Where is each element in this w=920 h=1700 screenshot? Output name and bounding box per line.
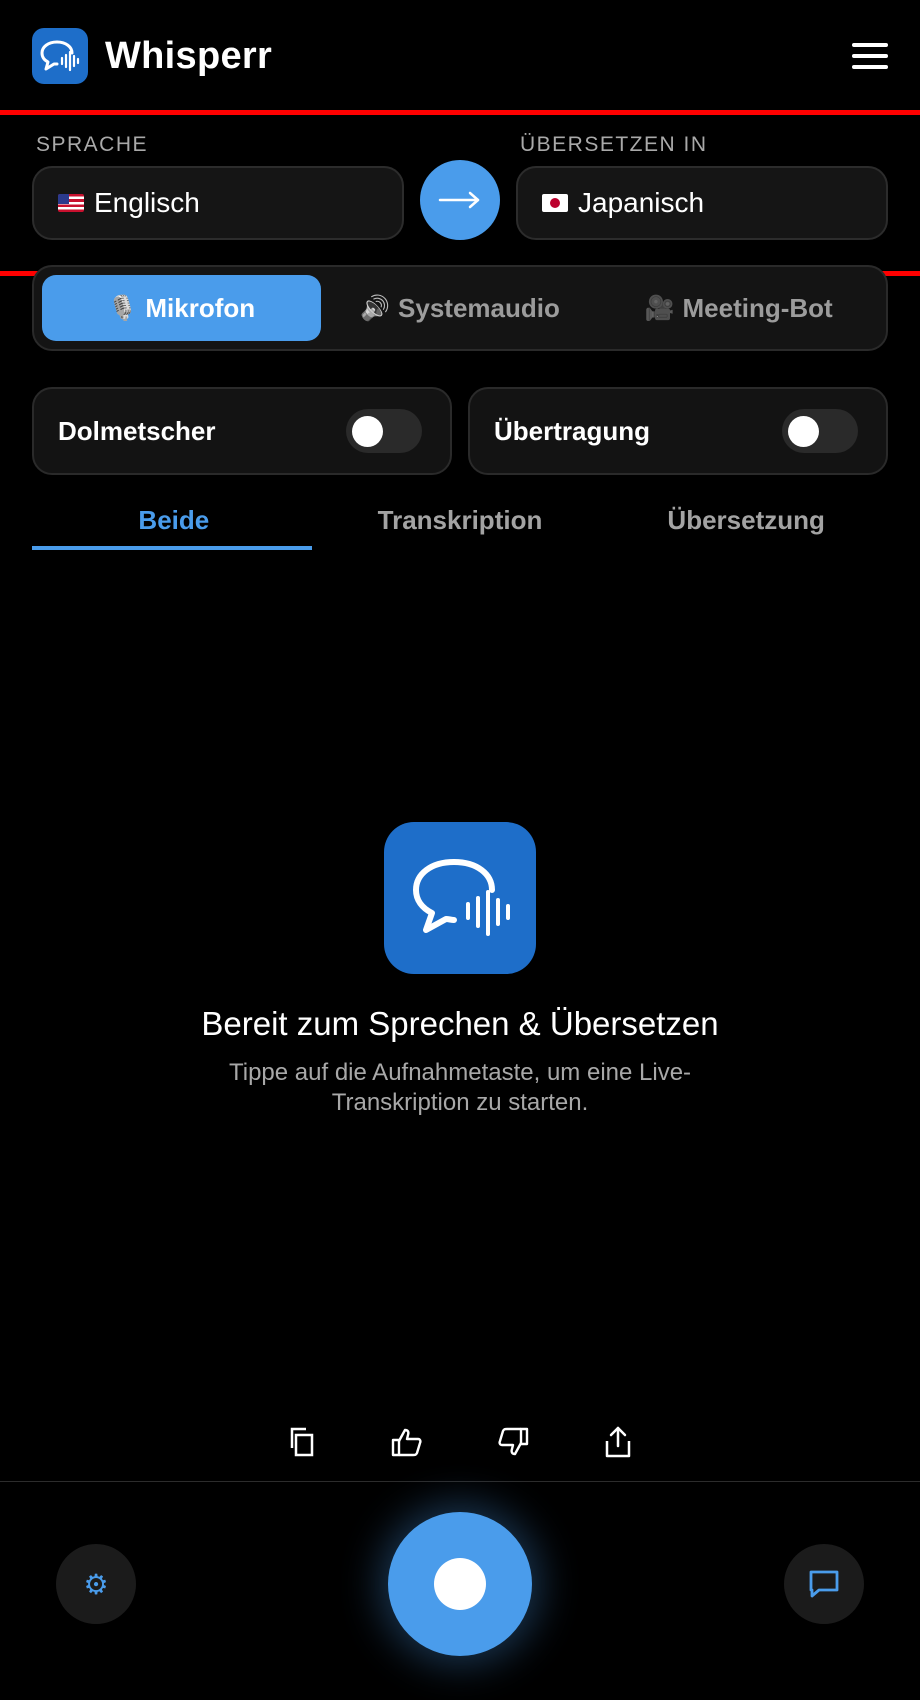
hamburger-menu-icon[interactable] bbox=[844, 34, 888, 78]
record-icon bbox=[434, 1558, 486, 1610]
source-microphone-label: Mikrofon bbox=[145, 292, 256, 323]
bottom-divider bbox=[0, 1481, 920, 1482]
app-screen: Whisperr SPRACHE ÜBERSETZEN IN Englisch … bbox=[0, 0, 920, 1700]
switch-knob bbox=[788, 416, 819, 447]
thumbs-down-icon[interactable] bbox=[481, 1420, 545, 1464]
thumbs-up-icon[interactable] bbox=[375, 1420, 439, 1464]
interpreter-label: Dolmetscher bbox=[58, 415, 216, 446]
copy-icon[interactable] bbox=[270, 1420, 334, 1464]
chat-bubble-icon bbox=[809, 1570, 839, 1598]
arrow-right-icon bbox=[438, 191, 480, 209]
empty-state-title: Bereit zum Sprechen & Übersetzen bbox=[201, 1005, 719, 1042]
empty-state-subtitle: Tippe auf die Aufnahmetaste, um eine Liv… bbox=[228, 1059, 692, 1116]
record-button[interactable] bbox=[388, 1512, 532, 1656]
us-flag-icon bbox=[58, 194, 84, 212]
target-language-label: ÜBERSETZEN IN bbox=[520, 133, 708, 156]
settings-button[interactable]: ⚙ bbox=[56, 1544, 136, 1624]
tab-both[interactable]: Beide bbox=[32, 490, 316, 550]
interpreter-switch[interactable] bbox=[346, 409, 422, 453]
microphone-icon: 🎙️ bbox=[107, 294, 138, 322]
app-title: Whisperr bbox=[105, 34, 273, 77]
source-language-value: Englisch bbox=[94, 187, 200, 218]
view-tabs: Beide Transkription Übersetzung bbox=[32, 490, 888, 550]
jp-flag-icon bbox=[542, 194, 568, 212]
share-icon[interactable] bbox=[586, 1420, 650, 1464]
chat-waveform-icon bbox=[32, 28, 88, 84]
transcript-actions bbox=[270, 1420, 650, 1464]
video-camera-icon: 🎥 bbox=[644, 294, 675, 322]
highlight-line-top bbox=[0, 110, 920, 115]
app-header: Whisperr bbox=[0, 0, 920, 112]
source-microphone-tab[interactable]: 🎙️ Mikrofon bbox=[42, 275, 321, 341]
interpreter-toggle-card: Dolmetscher bbox=[32, 387, 452, 475]
source-meeting-bot-label: Meeting-Bot bbox=[682, 292, 833, 323]
source-language-label: SPRACHE bbox=[36, 133, 149, 156]
source-meeting-bot-tab[interactable]: 🎥 Meeting-Bot bbox=[599, 275, 878, 341]
broadcast-label: Übertragung bbox=[494, 415, 650, 446]
tab-translation[interactable]: Übersetzung bbox=[604, 490, 888, 550]
broadcast-toggle-card: Übertragung bbox=[468, 387, 888, 475]
brand: Whisperr bbox=[32, 28, 272, 84]
swap-language-button[interactable] bbox=[420, 160, 500, 240]
tab-transcription[interactable]: Transkription bbox=[316, 490, 605, 550]
empty-state-chat-waveform-icon bbox=[384, 822, 536, 974]
chat-button[interactable] bbox=[784, 1544, 864, 1624]
target-language-value: Japanisch bbox=[578, 187, 705, 218]
source-system-audio-tab[interactable]: 🔊 Systemaudio bbox=[321, 275, 600, 341]
broadcast-switch[interactable] bbox=[782, 409, 858, 453]
switch-knob bbox=[352, 416, 383, 447]
source-system-audio-label: Systemaudio bbox=[398, 292, 560, 323]
gear-icon: ⚙ bbox=[83, 1567, 109, 1601]
target-language-select[interactable]: Japanisch bbox=[516, 166, 888, 240]
speaker-icon: 🔊 bbox=[360, 294, 391, 322]
audio-source-selector: 🎙️ Mikrofon 🔊 Systemaudio 🎥 Meeting-Bot bbox=[32, 265, 888, 351]
source-language-select[interactable]: Englisch bbox=[32, 166, 404, 240]
